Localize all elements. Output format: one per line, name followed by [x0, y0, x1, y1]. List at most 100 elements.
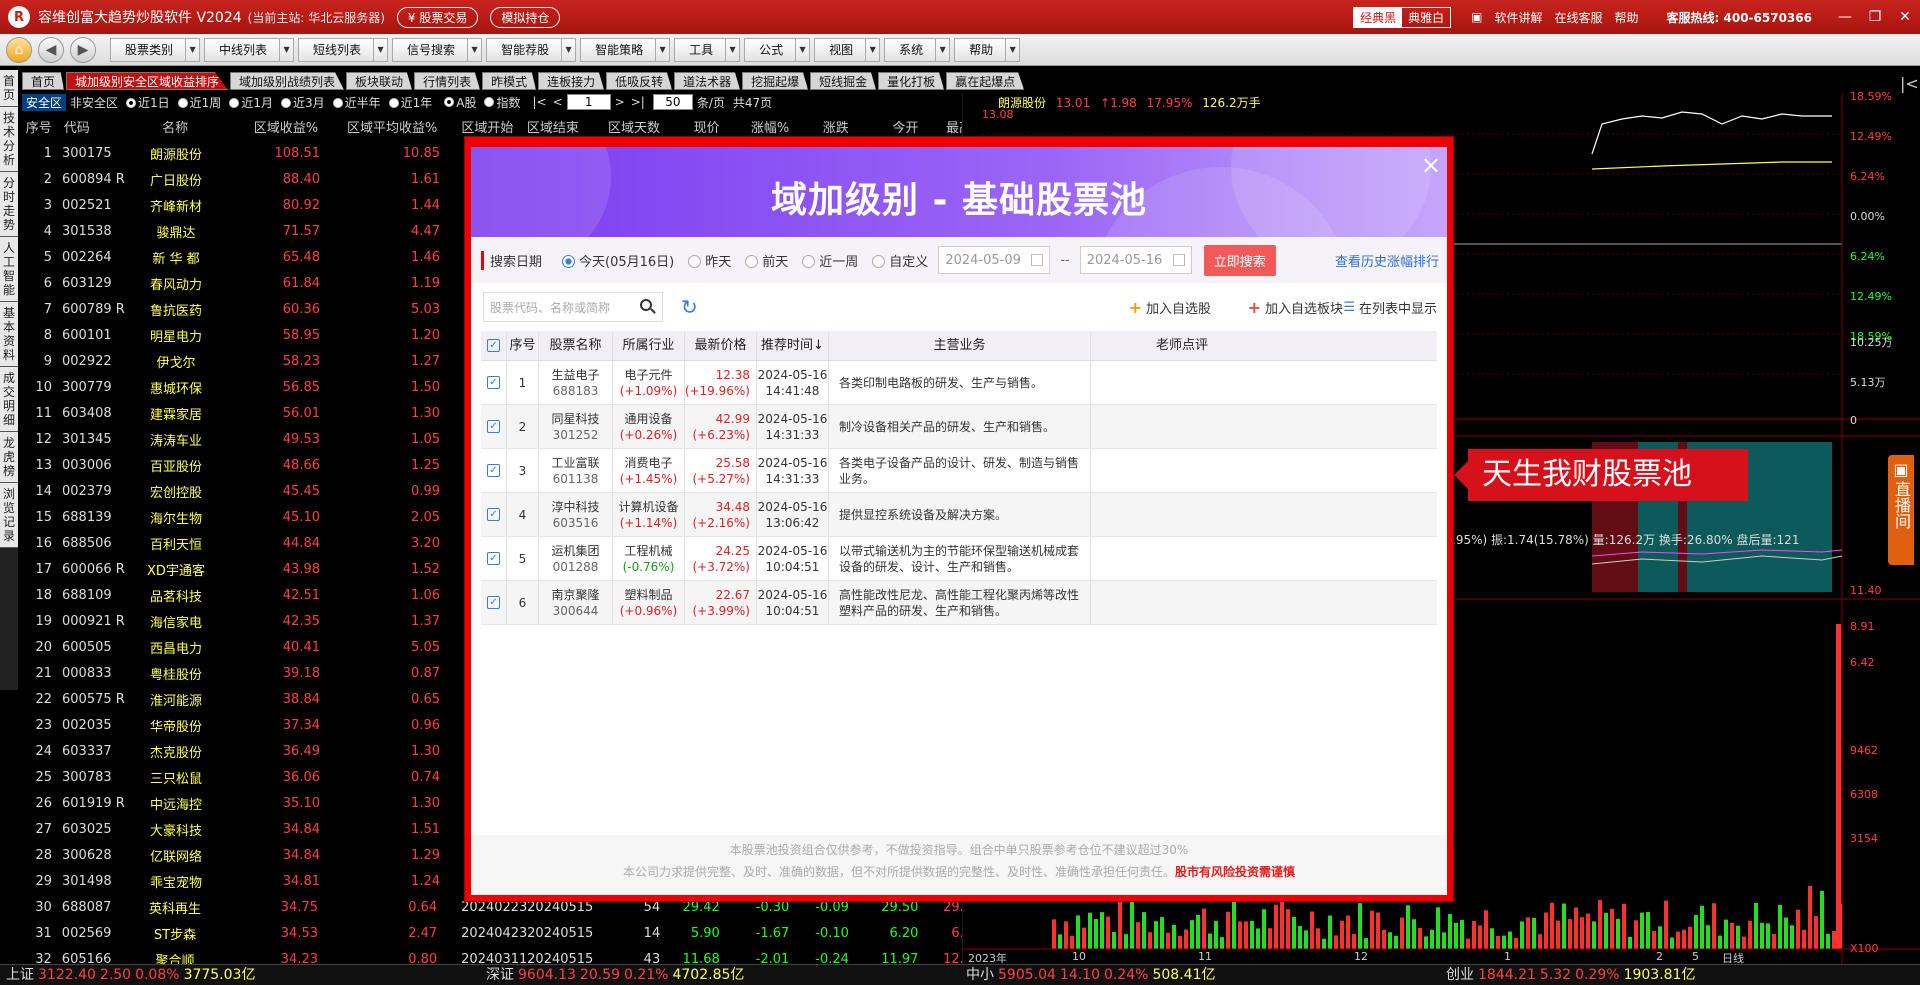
menu-item[interactable]: 帮助 ▼ [954, 37, 1021, 62]
forward-icon[interactable]: ▶ [70, 36, 96, 63]
index-status[interactable]: 创业 1844.21 5.32 0.29% 1903.81亿 [1440, 965, 1920, 985]
date-radio[interactable] [745, 254, 759, 268]
tab[interactable]: 昨模式 [482, 72, 537, 90]
pool-cell-name[interactable]: 生益电子 688183 [539, 361, 613, 404]
tab[interactable]: 板块联动 [346, 72, 413, 90]
chevron-down-icon[interactable]: ▼ [865, 38, 879, 61]
dialog-close-icon[interactable]: × [1421, 151, 1441, 179]
chevron-down-icon[interactable]: ▼ [467, 38, 481, 61]
tab[interactable]: 短线掘金 [810, 72, 877, 90]
skin-elegant-white[interactable]: 典雅白 [1402, 8, 1450, 27]
add-block-button[interactable]: + 加入自选板块 [1248, 298, 1343, 317]
tab[interactable]: 低吸反转 [606, 72, 673, 90]
menu-item[interactable]: 中线列表 ▼ [204, 37, 295, 62]
row-checkbox[interactable]: ✓ [481, 361, 507, 404]
sidebar-item[interactable]: 成交明细 [0, 367, 18, 432]
search-now-button[interactable]: 立即搜索 [1203, 244, 1276, 276]
column-header[interactable]: 代码 [52, 117, 132, 137]
safe-zone-tab[interactable]: 安全区 [22, 93, 67, 111]
index-status[interactable]: 深证 9604.13 20.59 0.21% 4702.85亿 [480, 965, 960, 985]
add-watchlist-button[interactable]: + 加入自选股 [1129, 298, 1211, 317]
home-icon[interactable]: ⌂ [6, 36, 32, 63]
minimize-icon[interactable]: — [1830, 9, 1860, 25]
row-checkbox[interactable]: ✓ [481, 405, 507, 448]
period-radio[interactable] [280, 97, 291, 108]
menu-item[interactable]: 短线列表 ▼ [298, 37, 389, 62]
column-header[interactable]: 今开 [849, 117, 918, 137]
date-radio[interactable] [688, 254, 702, 268]
menu-item[interactable]: 股票类别 ▼ [110, 37, 201, 62]
column-header[interactable]: 区域收益% [219, 117, 318, 137]
period-radio[interactable] [388, 97, 399, 108]
pool-cell-name[interactable]: 运机集团 001288 [539, 537, 613, 580]
column-header[interactable]: 区域开始 [437, 117, 527, 137]
sidebar-item[interactable]: 首页 [0, 70, 18, 107]
market-index-radio[interactable] [484, 97, 495, 107]
online-service-link[interactable]: 在线客服 [1555, 9, 1603, 26]
per-page-select[interactable]: 50 [652, 94, 693, 110]
menu-item[interactable]: 公式 ▼ [744, 37, 811, 62]
restore-icon[interactable]: ❐ [1860, 9, 1890, 25]
sidebar-item[interactable]: 浏览记录 [0, 483, 18, 548]
row-checkbox[interactable]: ✓ [481, 537, 507, 580]
date-radio[interactable] [802, 254, 816, 268]
pool-column-header[interactable]: 股票名称 [539, 331, 613, 360]
live-room-button[interactable]: ▣ 直播间 [1888, 455, 1914, 565]
tutorial-link[interactable]: 软件讲解 [1494, 9, 1542, 26]
sidebar-item[interactable]: 基本资料 [0, 302, 18, 367]
chevron-down-icon[interactable]: ▼ [655, 38, 669, 61]
column-header[interactable]: 区域平均收益% [318, 117, 437, 137]
show-in-list-button[interactable]: ☰ 在列表中显示 [1343, 298, 1437, 317]
column-header[interactable]: 区域天数 [606, 117, 660, 137]
date-from-input[interactable]: 2024-05-09 [938, 246, 1051, 274]
trade-button[interactable]: ¥ 股票交易 [396, 6, 479, 28]
chevron-down-icon[interactable]: ▼ [935, 38, 949, 61]
select-all-checkbox[interactable]: ✓ [481, 331, 507, 360]
tab[interactable]: 域加级别战绩列表 [230, 72, 345, 90]
chevron-down-icon[interactable]: ▼ [373, 38, 387, 61]
history-ranking-link[interactable]: 查看历史涨幅排行 [1335, 251, 1439, 270]
menu-item[interactable]: 智能策略 ▼ [580, 37, 671, 62]
date-radio[interactable] [872, 254, 886, 268]
menu-item[interactable]: 信号搜索 ▼ [392, 37, 483, 62]
menu-item[interactable]: 系统 ▼ [884, 37, 951, 62]
sidebar-item[interactable]: 分时走势 [0, 172, 18, 237]
sidebar-item[interactable]: 技术分析 [0, 107, 18, 172]
tab[interactable]: 连板接力 [538, 72, 605, 90]
pool-cell-name[interactable]: 南京聚隆 300644 [539, 581, 613, 624]
refresh-icon[interactable]: ↻ [681, 295, 698, 319]
collapse-icon[interactable]: |< [1900, 74, 1919, 93]
prev-page-icon[interactable]: < [553, 95, 563, 109]
period-radio[interactable] [177, 97, 188, 108]
pool-table-row[interactable]: ✓ 5 运机集团 001288 工程机械 (-0.76%) 24.25 (+3.72%) 202… [481, 537, 1437, 581]
column-header[interactable]: 序号 [22, 117, 52, 137]
pool-column-header[interactable]: 所属行业 [613, 331, 685, 360]
chevron-down-icon[interactable]: ▼ [279, 38, 293, 61]
column-header[interactable]: 现价 [660, 117, 720, 137]
menu-item[interactable]: 视图 ▼ [814, 37, 881, 62]
pool-cell-name[interactable]: 工业富联 601138 [539, 449, 613, 492]
index-status[interactable]: 上证 3122.40 2.50 0.08% 3775.03亿 [0, 965, 480, 985]
pool-cell-name[interactable]: 淳中科技 603516 [539, 493, 613, 536]
period-radio[interactable] [126, 97, 137, 108]
pool-cell-name[interactable]: 同星科技 301252 [539, 405, 613, 448]
tab[interactable]: 城加级别安全区域收益排序 [66, 72, 229, 90]
back-icon[interactable]: ◀ [38, 36, 64, 63]
row-checkbox[interactable]: ✓ [481, 581, 507, 624]
close-icon[interactable]: ✕ [1890, 9, 1920, 25]
chevron-down-icon[interactable]: ▼ [725, 38, 739, 61]
row-checkbox[interactable]: ✓ [481, 493, 507, 536]
column-header[interactable]: 名称 [131, 117, 218, 137]
tab[interactable]: 首页 [22, 72, 65, 90]
tab[interactable]: 赢在起爆点 [946, 72, 1025, 90]
tab[interactable]: 挖掘起爆 [742, 72, 809, 90]
tab[interactable]: 行情列表 [414, 72, 481, 90]
pool-table-row[interactable]: ✓ 4 淳中科技 603516 计算机设备 (+1.14%) 34.48 (+2.16%) 20… [481, 493, 1437, 537]
column-header[interactable]: 区域结束 [527, 117, 606, 137]
page-input[interactable]: 1 [566, 94, 611, 110]
pool-column-header[interactable]: 推荐时间↓ [757, 331, 829, 360]
sidebar-item[interactable]: 人工智能 [0, 237, 18, 302]
menu-item[interactable]: 工具 ▼ [674, 37, 741, 62]
chevron-down-icon[interactable]: ▼ [1005, 38, 1019, 61]
column-header[interactable]: 涨跌 [789, 117, 849, 137]
